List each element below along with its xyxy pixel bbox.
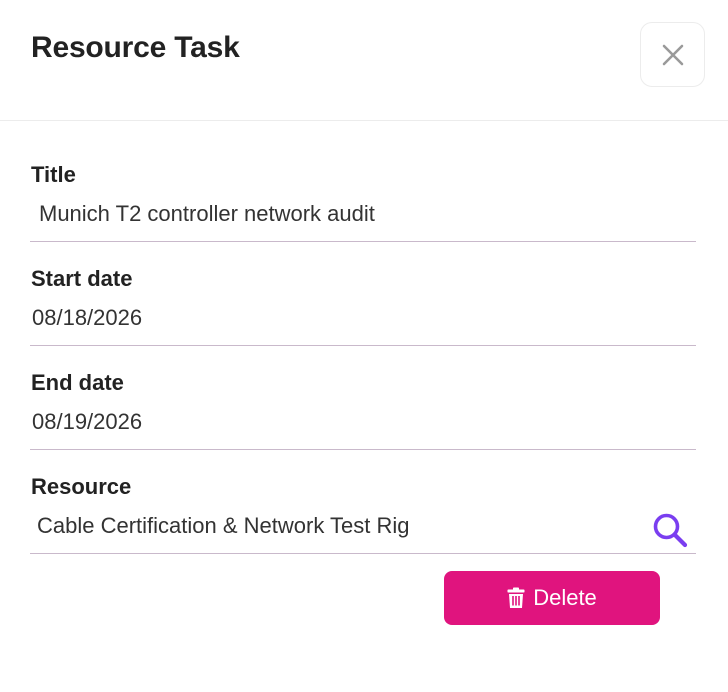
resource-task-dialog: Resource Task Title Munich T2 controller…: [0, 0, 728, 692]
close-button[interactable]: [640, 22, 705, 87]
delete-button[interactable]: Delete: [444, 571, 660, 625]
end-date-label: End date: [31, 370, 124, 395]
start-date-value: 08/18/2026: [32, 304, 143, 330]
trash-icon: [507, 587, 525, 609]
resource-label: Resource: [31, 474, 132, 499]
resource-value: Cable Certification & Network Test Rig: [37, 512, 410, 538]
dialog-header: Resource Task: [0, 0, 728, 121]
title-value: Munich T2 controller network audit: [39, 200, 375, 226]
close-icon: [661, 43, 685, 67]
delete-label: Delete: [533, 585, 597, 610]
resource-input[interactable]: Cable Certification & Network Test Rig: [30, 498, 696, 554]
end-date-input[interactable]: 08/19/2026: [30, 394, 696, 450]
dialog-title: Resource Task: [31, 31, 240, 64]
resource-search-button[interactable]: [650, 510, 690, 550]
search-icon: [651, 511, 689, 549]
start-date-label: Start date: [31, 266, 133, 291]
start-date-input[interactable]: 08/18/2026: [30, 290, 696, 346]
end-date-value: 08/19/2026: [32, 408, 143, 434]
title-label: Title: [31, 162, 76, 187]
title-input[interactable]: Munich T2 controller network audit: [30, 186, 696, 242]
